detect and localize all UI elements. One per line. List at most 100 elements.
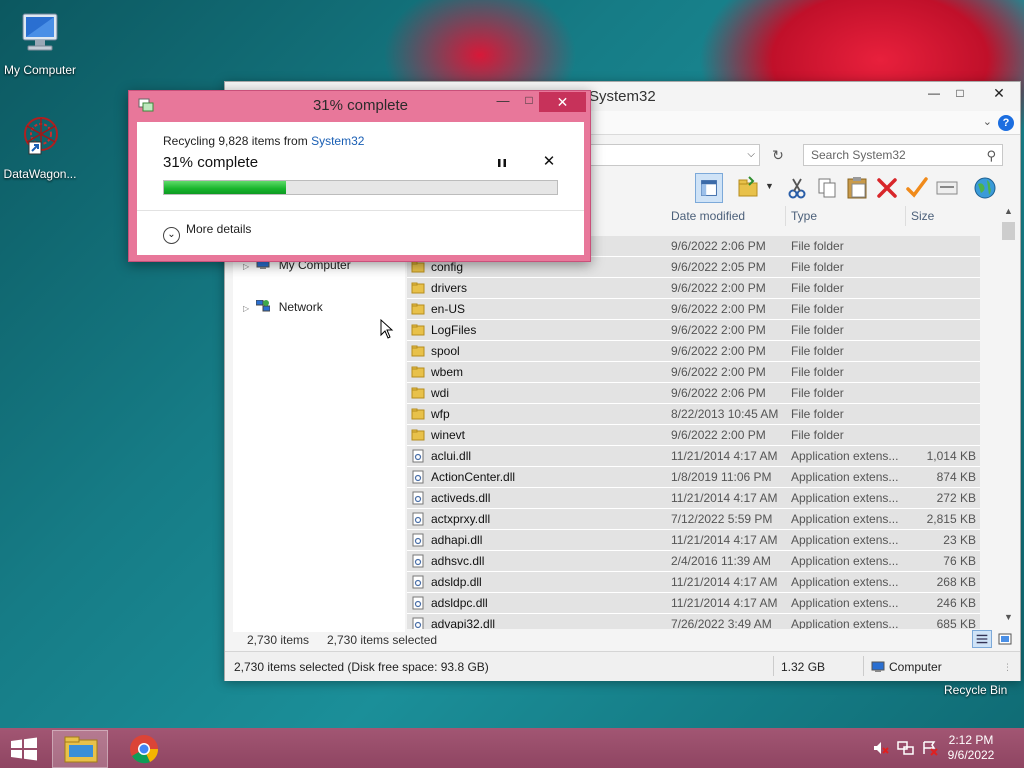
file-name: wbem [431,365,464,379]
scroll-down-icon[interactable]: ▼ [1000,612,1017,626]
pause-icon[interactable] [495,156,509,170]
file-type: File folder [791,302,844,316]
globe-icon[interactable] [971,173,999,203]
file-name: wfp [431,407,450,421]
file-date: 9/6/2022 2:00 PM [671,281,766,295]
close-button[interactable]: ✕ [539,92,586,112]
chevron-down-icon[interactable]: ⌄ [983,115,992,128]
status-size: 1.32 GB [781,660,826,674]
expand-arrow-icon[interactable]: ▷ [243,300,253,318]
column-divider[interactable] [785,206,786,226]
network-tray-icon[interactable] [897,740,915,756]
file-name: aclui.dll [431,449,472,463]
file-type: File folder [791,386,844,400]
file-type: File folder [791,239,844,253]
navigation-pane[interactable]: ▷ My Computer ▷ Network [233,202,405,632]
chevron-down-icon[interactable]: ▼ [765,181,774,191]
file-name: winevt [431,428,466,442]
windows-start-icon[interactable] [10,737,38,761]
scrollbar-thumb[interactable] [1002,222,1015,240]
progress-dialog[interactable]: 31% complete — □ ✕ Recycling 9,828 items… [128,90,591,262]
table-row[interactable]: wbem 9/6/2022 2:00 PM File folder [407,362,980,383]
table-row[interactable]: drivers 9/6/2022 2:00 PM File folder [407,278,980,299]
scroll-up-icon[interactable]: ▲ [1000,206,1017,220]
table-row[interactable]: wdi 9/6/2022 2:06 PM File folder [407,383,980,404]
file-type: Application extens... [791,449,899,463]
vertical-scrollbar[interactable]: ▲ ▼ [1000,206,1017,626]
table-row[interactable]: LogFiles 9/6/2022 2:00 PM File folder [407,320,980,341]
desktop-icon-label: DataWagon... [3,167,77,181]
desktop-icon-my-computer[interactable]: My Computer [0,10,80,77]
column-header-date-modified[interactable]: Date modified [671,209,745,223]
checkmark-icon[interactable] [903,173,931,203]
search-icon[interactable]: ⚲ [986,146,996,166]
minimize-button[interactable]: — [489,93,517,113]
desktop-icon-datawagon[interactable]: DataWagon... [0,114,80,181]
copy-icon[interactable] [813,173,841,203]
resize-grip-icon[interactable]: ⋮ [1003,662,1012,673]
file-name: adhapi.dll [431,533,483,547]
properties-icon[interactable] [933,173,961,203]
file-name: LogFiles [431,323,477,337]
table-row[interactable]: winevt 9/6/2022 2:00 PM File folder [407,425,980,446]
clock-date: 9/6/2022 [947,748,995,762]
nav-item-network[interactable]: ▷ Network [243,298,323,316]
file-name: adsldpc.dll [431,596,488,610]
folder-icon [411,324,425,336]
column-divider[interactable] [905,206,906,226]
dll-file-icon [412,554,424,568]
help-icon[interactable]: ? [998,115,1014,131]
cut-icon[interactable] [783,173,811,203]
table-row[interactable]: actxprxy.dll 7/12/2022 5:59 PM Application… [407,509,980,530]
file-size: 272 KB [936,491,976,505]
source-folder-link[interactable]: System32 [311,134,364,148]
percent-complete: 31% complete [163,154,259,171]
dll-file-icon [412,575,424,589]
table-row[interactable]: aclui.dll 11/21/2014 4:17 AM Application e… [407,446,980,467]
details-view-icon[interactable] [971,630,992,648]
speaker-muted-icon[interactable] [872,740,890,756]
folder-options-icon[interactable] [735,173,763,203]
file-name: wdi [431,386,450,400]
column-header-size[interactable]: Size [911,209,934,223]
table-row[interactable]: wfp 8/22/2013 10:45 AM File folder [407,404,980,425]
dll-file-icon [412,617,424,629]
taskbar-clock[interactable]: 2:12 PM 9/6/2022 [936,733,1006,763]
status-divider [863,656,864,676]
refresh-icon[interactable]: ↻ [767,144,789,166]
file-type: File folder [791,344,844,358]
delete-icon[interactable] [873,173,901,203]
table-row[interactable]: advapi32.dll 7/26/2022 3:49 AM Application… [407,614,980,629]
large-icons-view-icon[interactable] [995,630,1015,648]
search-input[interactable]: Search System32 ⚲ [803,144,1003,166]
file-name: spool [431,344,460,358]
table-row[interactable]: ActionCenter.dll 1/8/2019 11:06 PM Applica… [407,467,980,488]
cancel-icon[interactable]: ✕ [541,154,557,170]
taskbar-chrome[interactable] [116,730,172,768]
table-row[interactable]: adsldpc.dll 11/21/2014 4:17 AM Application… [407,593,980,614]
table-row[interactable]: adhapi.dll 11/21/2014 4:17 AM Application … [407,530,980,551]
column-header-type[interactable]: Type [791,209,817,223]
folder-icon [411,303,425,315]
divider [137,210,584,211]
maximize-button[interactable]: □ [945,82,975,104]
operation-description: Recycling 9,828 items from System32 [163,134,364,148]
table-row[interactable]: spool 9/6/2022 2:00 PM File folder [407,341,980,362]
details-status: 2,730 items 2,730 items selected [233,630,1017,650]
file-list[interactable]: 9/6/2022 2:06 PM File folder config 9/6/202… [407,236,980,629]
status-bar: 2,730 items selected (Disk free space: 9… [225,651,1020,681]
file-type: Application extens... [791,512,899,526]
paste-icon[interactable] [843,173,871,203]
recycle-bin-label[interactable]: Recycle Bin [944,683,1007,697]
table-row[interactable]: adhsvc.dll 2/4/2016 11:39 AM Application e… [407,551,980,572]
more-details-button[interactable]: ⌄ More details [163,222,251,244]
table-row[interactable]: en-US 9/6/2022 2:00 PM File folder [407,299,980,320]
close-button[interactable]: ✕ [981,82,1017,104]
chevron-down-icon[interactable]: ⌵ [747,145,755,165]
file-date: 11/21/2014 4:17 AM [671,533,778,547]
preview-pane-icon[interactable] [695,173,723,203]
file-name: activeds.dll [431,491,491,505]
table-row[interactable]: activeds.dll 11/21/2014 4:17 AM Applicatio… [407,488,980,509]
table-row[interactable]: adsldp.dll 11/21/2014 4:17 AM Application … [407,572,980,593]
taskbar-file-explorer[interactable] [52,730,108,768]
